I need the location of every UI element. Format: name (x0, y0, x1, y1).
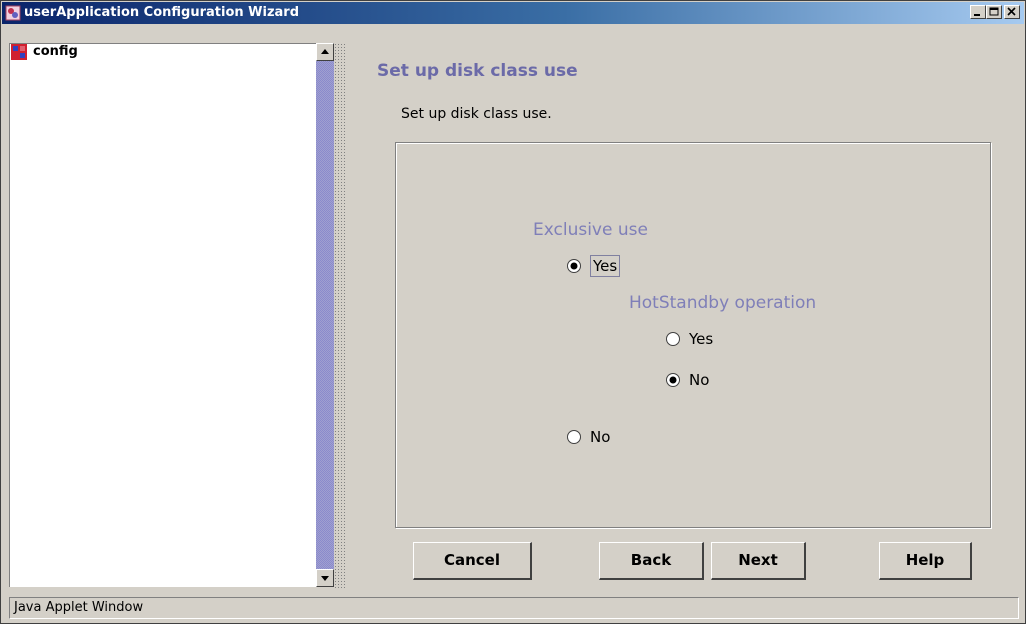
help-button[interactable]: Help (879, 542, 972, 580)
wizard-window: userApplication Configuration Wizard con… (0, 0, 1026, 624)
exclusive-use-no-radio[interactable]: No (566, 426, 630, 448)
tree-scrollbar[interactable] (316, 43, 334, 587)
exclusive-use-yes-label: Yes (590, 255, 621, 277)
title-bar[interactable]: userApplication Configuration Wizard (2, 2, 1024, 24)
scroll-up-button[interactable] (316, 43, 334, 61)
close-icon (1007, 7, 1016, 16)
hotstandby-yes-label: Yes (689, 330, 714, 348)
page-title: Set up disk class use (377, 61, 578, 81)
minimize-button[interactable] (970, 5, 986, 19)
radio-selected-icon (665, 372, 681, 388)
exclusive-use-label: Exclusive use (533, 220, 648, 240)
page-description: Set up disk class use. (401, 106, 552, 122)
exclusive-use-yes-radio[interactable]: Yes (566, 255, 630, 277)
hotstandby-no-label: No (689, 371, 710, 389)
radio-unselected-icon (566, 429, 582, 445)
radio-selected-icon (566, 258, 582, 274)
tree-node-label: config (33, 44, 78, 59)
tree-panel[interactable] (9, 43, 316, 587)
arrow-up-icon (321, 49, 329, 54)
status-text: Java Applet Window (14, 600, 144, 615)
app-icon (5, 5, 21, 21)
scroll-track[interactable] (316, 61, 334, 569)
cancel-button[interactable]: Cancel (413, 542, 532, 580)
scroll-down-button[interactable] (316, 569, 334, 587)
minimize-icon (974, 14, 980, 16)
pane-splitter[interactable] (334, 43, 347, 589)
close-button[interactable] (1004, 5, 1020, 19)
exclusive-use-no-label: No (590, 428, 611, 446)
hotstandby-operation-label: HotStandby operation (629, 293, 817, 313)
status-bar: Java Applet Window (9, 597, 1019, 619)
hotstandby-no-radio[interactable]: No (665, 369, 729, 391)
back-button[interactable]: Back (599, 542, 704, 580)
window-title: userApplication Configuration Wizard (24, 5, 300, 20)
config-folder-icon (11, 44, 27, 60)
maximize-button[interactable] (986, 5, 1002, 19)
hotstandby-yes-radio[interactable]: Yes (665, 328, 729, 350)
next-button[interactable]: Next (711, 542, 806, 580)
arrow-down-icon (321, 576, 329, 581)
radio-unselected-icon (665, 331, 681, 347)
